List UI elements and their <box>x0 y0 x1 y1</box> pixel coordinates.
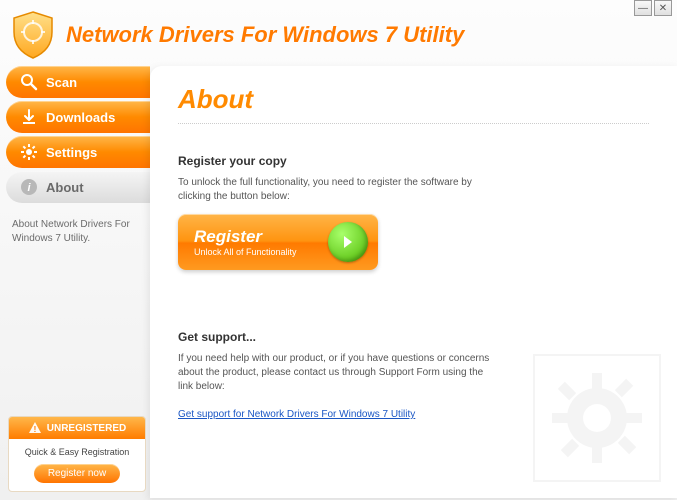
content-panel: About Register your copy To unlock the f… <box>150 66 677 498</box>
nav-tab-settings[interactable]: Settings <box>6 136 150 168</box>
status-bar: ! UNREGISTERED <box>9 417 145 439</box>
register-button-subtitle: Unlock All of Functionality <box>194 247 297 257</box>
app-title: Network Drivers For Windows 7 Utility <box>66 22 464 48</box>
nav-tab-downloads[interactable]: Downloads <box>6 101 150 133</box>
nav-label: About <box>46 180 84 195</box>
nav-label: Downloads <box>46 110 115 125</box>
magnifier-icon <box>20 73 38 91</box>
arrow-right-icon <box>328 222 368 262</box>
gear-background-icon <box>532 353 662 483</box>
registration-footer: ! UNREGISTERED Quick & Easy Registration… <box>8 416 146 492</box>
close-button[interactable]: ✕ <box>654 0 672 16</box>
page-title: About <box>178 84 649 124</box>
registration-tagline: Quick & Easy Registration <box>9 447 145 457</box>
header: Network Drivers For Windows 7 Utility <box>0 0 677 66</box>
svg-text:!: ! <box>33 425 36 434</box>
nav-tab-scan[interactable]: Scan <box>6 66 150 98</box>
info-icon: i <box>20 178 38 196</box>
shield-logo-icon <box>10 10 56 60</box>
minimize-button[interactable]: — <box>634 0 652 16</box>
gear-icon <box>20 143 38 161</box>
register-text: To unlock the full functionality, you ne… <box>178 176 498 204</box>
register-button-title: Register <box>194 227 297 247</box>
sidebar-description: About Network Drivers For Windows 7 Util… <box>0 206 150 246</box>
window-controls: — ✕ <box>634 0 672 16</box>
download-icon <box>20 108 38 126</box>
register-button[interactable]: Register Unlock All of Functionality <box>178 214 378 270</box>
register-now-button[interactable]: Register now <box>34 464 120 483</box>
nav-label: Settings <box>46 145 97 160</box>
support-text: If you need help with our product, or if… <box>178 352 498 394</box>
warning-icon: ! <box>28 421 42 435</box>
nav-label: Scan <box>46 75 77 90</box>
status-label: UNREGISTERED <box>47 423 126 434</box>
register-heading: Register your copy <box>178 154 649 168</box>
support-heading: Get support... <box>178 330 649 344</box>
support-link[interactable]: Get support for Network Drivers For Wind… <box>178 409 415 420</box>
nav-tab-about[interactable]: i About <box>6 171 150 203</box>
